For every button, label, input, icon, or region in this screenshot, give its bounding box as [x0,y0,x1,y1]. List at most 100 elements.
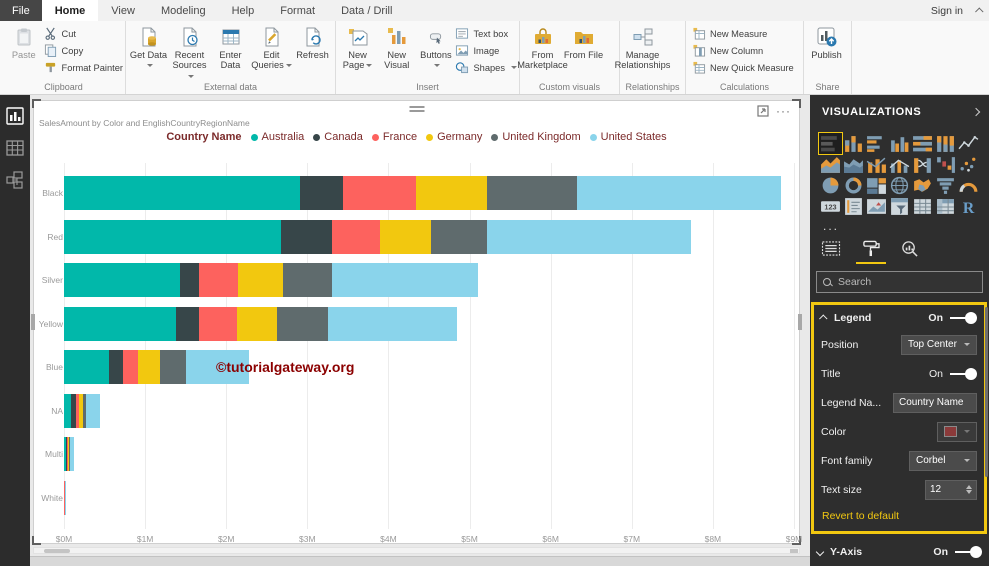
new-visual-button[interactable]: New Visual [377,23,416,71]
resize-handle[interactable] [31,314,35,330]
100-stacked-column-chart-icon[interactable] [934,133,957,154]
ribbon-chart-icon[interactable] [911,154,934,175]
new-column-button[interactable]: New Column [692,44,794,57]
bar-segment-united-states[interactable] [577,176,781,210]
tab-help[interactable]: Help [219,0,268,21]
resize-handle[interactable] [798,314,802,330]
color-picker-dropdown[interactable] [937,421,977,442]
bar-segment-canada[interactable] [179,263,199,297]
tab-data-drill[interactable]: Data / Drill [328,0,405,21]
bar-segment-germany[interactable] [236,306,278,341]
buttons-button[interactable]: Buttons [416,23,455,71]
fields-tab-icon[interactable] [820,237,842,259]
scrollbar-thumb[interactable] [44,549,70,553]
waterfall-chart-icon[interactable] [934,154,957,175]
bar-segment-united-states[interactable] [486,219,691,254]
from-marketplace-button[interactable]: From Marketplace [517,23,568,71]
more-options-icon[interactable]: ··· [776,105,791,117]
format-painter-button[interactable]: Format Painter [44,61,123,74]
horizontal-scrollbar[interactable] [33,547,800,554]
legend-item-germany[interactable]: Germany [426,131,482,143]
bar-segment-united-states[interactable] [69,437,74,471]
clustered-bar-chart-icon[interactable] [865,133,888,154]
line-chart-icon[interactable] [957,133,980,154]
new-measure-button[interactable]: New Measure [692,27,794,40]
data-view-icon[interactable] [6,139,24,157]
stepper-arrows[interactable] [966,485,972,494]
selection-corner-icon[interactable] [32,99,41,108]
copy-button[interactable]: Copy [44,44,123,57]
position-dropdown[interactable]: Top Center [901,334,977,355]
bar-segment-germany[interactable] [416,176,487,210]
pie-chart-icon[interactable] [819,175,842,196]
legend-na-input[interactable] [893,392,977,413]
recent-sources-button[interactable]: Recent Sources [169,23,210,81]
tab-file[interactable]: File [0,0,42,21]
new-quick-measure-button[interactable]: New Quick Measure [692,61,794,74]
selection-corner-icon[interactable] [792,99,801,108]
tab-modeling[interactable]: Modeling [148,0,219,21]
bar-segment-australia[interactable] [64,306,176,341]
donut-chart-icon[interactable] [842,175,865,196]
focus-mode-icon[interactable] [757,105,769,117]
stacked-area-chart-icon[interactable] [842,154,865,175]
kpi-icon[interactable] [865,196,888,217]
get-data-button[interactable]: Get Data [128,23,169,71]
shapes-button[interactable]: Shapes [455,61,518,74]
legend-item-united-kingdom[interactable]: United Kingdom [491,131,581,143]
tab-format[interactable]: Format [267,0,328,21]
legend-section-header[interactable]: Legend On [814,305,984,330]
search-input[interactable] [838,276,958,288]
enter-data-button[interactable]: Enter Data [210,23,251,71]
bar-segment-france[interactable] [198,306,237,341]
bar-segment-united-states[interactable] [331,263,479,297]
slicer-icon[interactable] [888,196,911,217]
bar-segment-germany[interactable] [379,219,431,254]
more-visuals-button[interactable]: ... [823,219,839,233]
legend-item-united-states[interactable]: United States [589,131,667,143]
legend-item-australia[interactable]: Australia [250,131,304,143]
bar-segment-australia[interactable] [64,393,72,428]
card-icon[interactable]: 123 [819,196,842,217]
stacked-bar-chart-icon[interactable] [818,132,843,155]
area-chart-icon[interactable] [819,154,842,175]
filled-map-icon[interactable] [911,175,934,196]
bar-segment-canada[interactable] [175,306,199,341]
image-button[interactable]: Image [455,44,517,57]
collapse-pane-icon[interactable] [971,107,981,117]
bar-segment-united-kingdom[interactable] [159,350,186,384]
new-page-button[interactable]: New Page [338,23,377,71]
bar-segment-canada[interactable] [281,219,332,254]
r-script-icon[interactable]: R [957,196,980,217]
bar-segment-germany[interactable] [238,263,283,297]
bar-segment-australia[interactable] [64,263,180,297]
sign-in-button[interactable]: Sign in [931,5,963,17]
bar-segment-united-states[interactable] [85,393,100,428]
scatter-chart-icon[interactable] [957,154,980,175]
bar-segment-france[interactable] [343,176,417,210]
bar-segment-canada[interactable] [300,176,344,210]
bar-segment-united-kingdom[interactable] [282,263,332,297]
treemap-icon[interactable] [865,175,888,196]
title-toggle[interactable] [950,367,977,380]
bar-segment-france[interactable] [331,219,380,254]
refresh-button[interactable]: Refresh [292,23,333,60]
map-icon[interactable] [888,175,911,196]
legend-item-france[interactable]: France [371,131,417,143]
gauge-icon[interactable] [957,175,980,196]
model-view-icon[interactable] [6,171,24,189]
bar-segment-united-kingdom[interactable] [430,219,487,254]
legend-toggle[interactable] [950,311,977,324]
bar-segment-germany[interactable] [137,350,160,384]
publish-button[interactable]: Publish [806,23,847,60]
edit-queries-button[interactable]: Edit Queries [251,23,292,71]
matrix-icon[interactable] [934,196,957,217]
line-clustered-column-chart-icon[interactable] [888,154,911,175]
drag-handle-icon[interactable] [409,104,424,114]
stacked-column-chart-icon[interactable] [842,133,865,154]
bar-segment-united-kingdom[interactable] [486,176,578,210]
cut-button[interactable]: Cut [44,27,123,40]
text-box-button[interactable]: Text box [455,27,517,40]
bar-segment-canada[interactable] [108,350,124,384]
paste-button[interactable]: Paste [4,23,44,60]
